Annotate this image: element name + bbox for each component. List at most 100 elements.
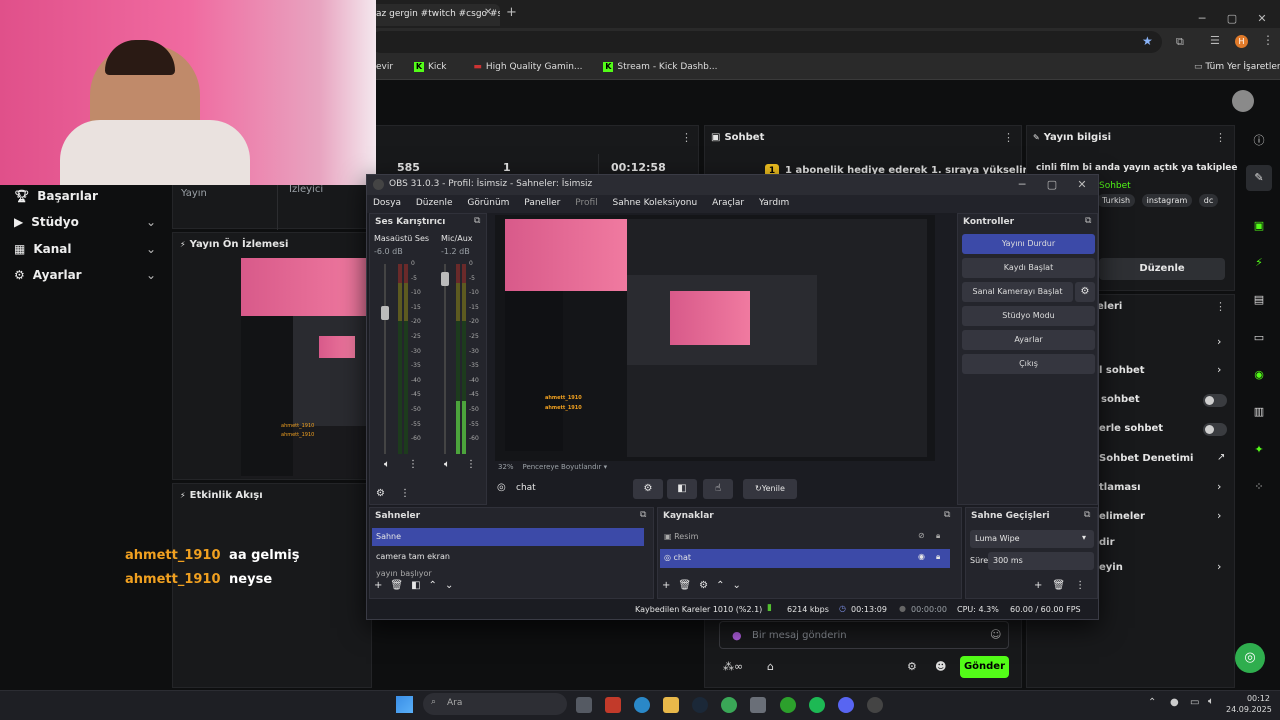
network-icon[interactable]: ▭ (1190, 697, 1199, 708)
source-item[interactable]: ◎ chat ◉ 🔒︎ (660, 549, 950, 568)
tag-badge[interactable]: Turkish (1097, 194, 1136, 207)
address-bar[interactable] (370, 31, 1162, 53)
settings-item[interactable]: erle sohbet (1099, 423, 1163, 434)
nav-kanal[interactable]: ▦ Kanal ⌄ (14, 242, 156, 256)
points-icon[interactable]: ⁂∞ (723, 660, 743, 673)
lock-icon[interactable]: 🔒︎ (936, 552, 940, 562)
settings-item[interactable]: eyin (1099, 562, 1123, 573)
add-icon[interactable]: + (374, 580, 382, 591)
more-icon[interactable]: ⋮ (400, 488, 410, 499)
arrow-down-icon[interactable]: ⌄ (445, 580, 453, 591)
volume-icon[interactable]: 🔈︎ (1208, 696, 1214, 707)
clipboard-icon[interactable]: ▤ (1246, 287, 1272, 313)
scene-item[interactable]: yayın başlıyor (372, 568, 644, 578)
undock-icon[interactable]: ⧉ (1085, 216, 1091, 226)
toggle-switch[interactable] (1203, 423, 1227, 436)
stop-stream-button[interactable]: Yayını Durdur (962, 234, 1095, 254)
media-icon[interactable]: ☰ (1210, 34, 1220, 47)
menu-araclar[interactable]: Araçlar (712, 198, 744, 208)
start-icon[interactable] (396, 696, 413, 713)
settings-item[interactable]: tlaması (1099, 482, 1141, 493)
trash-icon[interactable]: 🗑︎ (390, 580, 403, 591)
chat-bubble-icon[interactable]: ▭ (1246, 325, 1272, 351)
undock-icon[interactable]: ⧉ (640, 510, 646, 520)
spotify-icon[interactable] (809, 697, 825, 713)
user-avatar[interactable] (1232, 90, 1254, 112)
bot-icon[interactable]: ☻ (935, 660, 946, 673)
settings-item[interactable]: sohbet (1101, 394, 1140, 405)
browser-menu-icon[interactable]: ⋮ (1262, 33, 1274, 47)
close-window-icon[interactable]: ✕ (1067, 178, 1097, 191)
filters-button[interactable]: ◧ (667, 479, 697, 499)
arrow-up-icon[interactable]: ⌃ (429, 580, 437, 591)
visibility-off-icon[interactable]: ⊘ (918, 531, 925, 540)
volume-slider[interactable] (441, 272, 449, 286)
zoom-control[interactable]: 32% Pencereye Boyutlandır ▾ (498, 463, 607, 471)
bookmark-item[interactable]: evir (376, 62, 393, 72)
shield-icon[interactable] (605, 697, 621, 713)
send-button[interactable]: Gönder (960, 656, 1009, 678)
folder-icon[interactable] (663, 697, 679, 713)
mod-icon[interactable]: ▣ (1246, 213, 1272, 239)
close-tab-icon[interactable]: ✕ (484, 7, 492, 18)
settings-button[interactable]: Ayarlar (962, 330, 1095, 350)
duration-input[interactable]: 300 ms (988, 552, 1094, 570)
maximize-icon[interactable]: ▢ (1217, 12, 1247, 25)
undock-icon[interactable]: ⧉ (474, 216, 480, 226)
source-item[interactable]: ▣ Resim ⊘ 🔒︎ (660, 528, 950, 546)
nav-ayarlar[interactable]: ⚙ Ayarlar ⌄ (14, 268, 156, 282)
bookmark-item[interactable]: ▬ High Quality Gamin... (473, 62, 582, 72)
broadcast-icon[interactable]: ◉ (1246, 362, 1272, 388)
maximize-icon[interactable]: ▢ (1037, 178, 1067, 191)
support-button[interactable]: ◎ (1235, 643, 1265, 673)
undock-icon[interactable]: ⧉ (1084, 510, 1090, 520)
layout-icon[interactable]: ▥ (1246, 399, 1272, 425)
arrow-up-icon[interactable]: ⌃ (716, 580, 724, 591)
add-icon[interactable]: + (662, 580, 670, 591)
speaker-icon[interactable]: 🔈︎ (384, 459, 390, 470)
info-icon[interactable]: ⓘ (1246, 128, 1272, 154)
message-input[interactable]: ● Bir mesaj gönderin ☺ (719, 621, 1009, 649)
chevron-right-icon[interactable]: › (1217, 560, 1221, 573)
chrome-icon[interactable] (721, 697, 737, 713)
visibility-icon[interactable]: ◉ (918, 552, 925, 561)
bookmark-star-icon[interactable]: ★ (1142, 34, 1153, 48)
virtual-camera-button[interactable]: Sanal Kamerayı Başlat (962, 282, 1073, 302)
bookmark-kick-dashboard[interactable]: K Stream - Kick Dashb... (603, 62, 717, 72)
menu-sahne-koleksiyonu[interactable]: Sahne Koleksiyonu (613, 198, 698, 208)
wrench-icon[interactable]: ✦ (1246, 437, 1272, 463)
toggle-switch[interactable] (1203, 394, 1227, 407)
panel-menu-icon[interactable]: ⋮ (1215, 300, 1226, 313)
minimize-icon[interactable]: ─ (1187, 12, 1217, 25)
panel-menu-icon[interactable]: ⋮ (1215, 131, 1226, 144)
more-icon[interactable]: ⋮ (1075, 580, 1085, 591)
virtual-camera-settings-icon[interactable]: ⚙ (1075, 282, 1095, 302)
new-tab-icon[interactable]: + (506, 5, 517, 20)
start-recording-button[interactable]: Kaydı Başlat (962, 258, 1095, 278)
lock-icon[interactable]: 🔒︎ (936, 531, 940, 541)
panel-menu-icon[interactable]: ⋮ (1003, 131, 1014, 144)
scene-item[interactable]: camera tam ekran (372, 548, 644, 566)
bookmark-kick[interactable]: K Kick (413, 62, 447, 72)
exit-button[interactable]: Çıkış (962, 354, 1095, 374)
trash-icon[interactable]: 🗑︎ (678, 580, 691, 591)
arrow-down-icon[interactable]: ⌄ (732, 580, 740, 591)
studio-mode-button[interactable]: Stüdyo Modu (962, 306, 1095, 326)
tray-chevron-icon[interactable]: ⌃ (1148, 697, 1156, 708)
taskbar-search[interactable]: ⌕ Ara (423, 693, 567, 715)
chevron-right-icon[interactable]: › (1217, 335, 1221, 348)
obs-icon[interactable] (867, 697, 883, 713)
properties-button[interactable]: ⚙ (633, 479, 663, 499)
profile-avatar[interactable]: H (1235, 35, 1248, 48)
menu-gorunum[interactable]: Görünüm (467, 198, 509, 208)
steam-icon[interactable] (692, 697, 708, 713)
pencil-icon[interactable]: ✎ (1246, 165, 1272, 191)
interact-button[interactable]: ☝ (703, 479, 733, 499)
mic-icon[interactable]: ● (1170, 697, 1179, 708)
transition-select[interactable]: Luma Wipe ▾ (970, 530, 1094, 548)
panel-menu-icon[interactable]: ⋮ (681, 131, 692, 144)
clock[interactable]: 00:12 24.09.2025 (1226, 693, 1272, 715)
gear-icon[interactable]: ⚙ (699, 580, 708, 591)
store-icon[interactable] (750, 697, 766, 713)
store-icon[interactable]: ⌂ (767, 660, 774, 673)
